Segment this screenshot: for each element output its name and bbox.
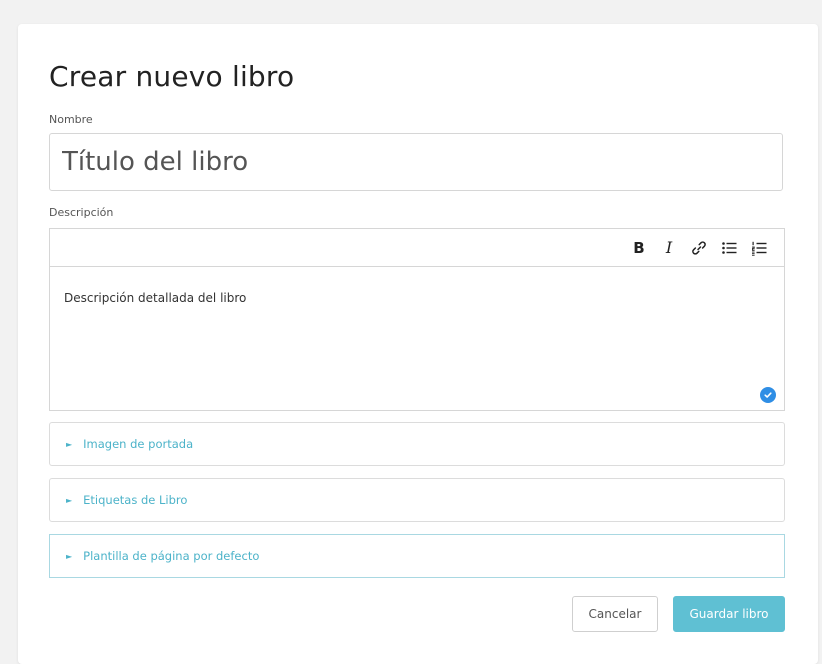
- italic-button[interactable]: I: [654, 234, 684, 262]
- section-label: Imagen de portada: [83, 437, 194, 451]
- description-editor[interactable]: B I Descripción detallada del libro: [49, 228, 785, 411]
- description-text[interactable]: Descripción detallada del libro: [50, 267, 784, 329]
- bullet-list-icon[interactable]: [714, 234, 744, 262]
- section-default-page-template[interactable]: ► Plantilla de página por defecto: [49, 534, 785, 578]
- section-label: Etiquetas de Libro: [83, 493, 188, 507]
- name-label: Nombre: [49, 113, 93, 126]
- expand-arrow-icon: ►: [66, 495, 73, 505]
- editor-toolbar: B I: [50, 229, 784, 267]
- create-book-card: Crear nuevo libro Nombre Descripción B I: [18, 24, 818, 664]
- section-label: Plantilla de página por defecto: [83, 549, 260, 563]
- section-book-tags[interactable]: ► Etiquetas de Libro: [49, 478, 785, 522]
- expand-arrow-icon: ►: [66, 551, 73, 561]
- link-icon[interactable]: [684, 234, 714, 262]
- save-book-button[interactable]: Guardar libro: [673, 596, 785, 632]
- expand-arrow-icon: ►: [66, 439, 73, 449]
- check-icon: [760, 387, 776, 403]
- name-field[interactable]: [49, 133, 783, 191]
- bold-button[interactable]: B: [624, 234, 654, 262]
- description-label: Descripción: [49, 206, 114, 219]
- page-title: Crear nuevo libro: [49, 60, 295, 93]
- cancel-button[interactable]: Cancelar: [572, 596, 658, 632]
- numbered-list-icon[interactable]: [744, 234, 774, 262]
- section-cover-image[interactable]: ► Imagen de portada: [49, 422, 785, 466]
